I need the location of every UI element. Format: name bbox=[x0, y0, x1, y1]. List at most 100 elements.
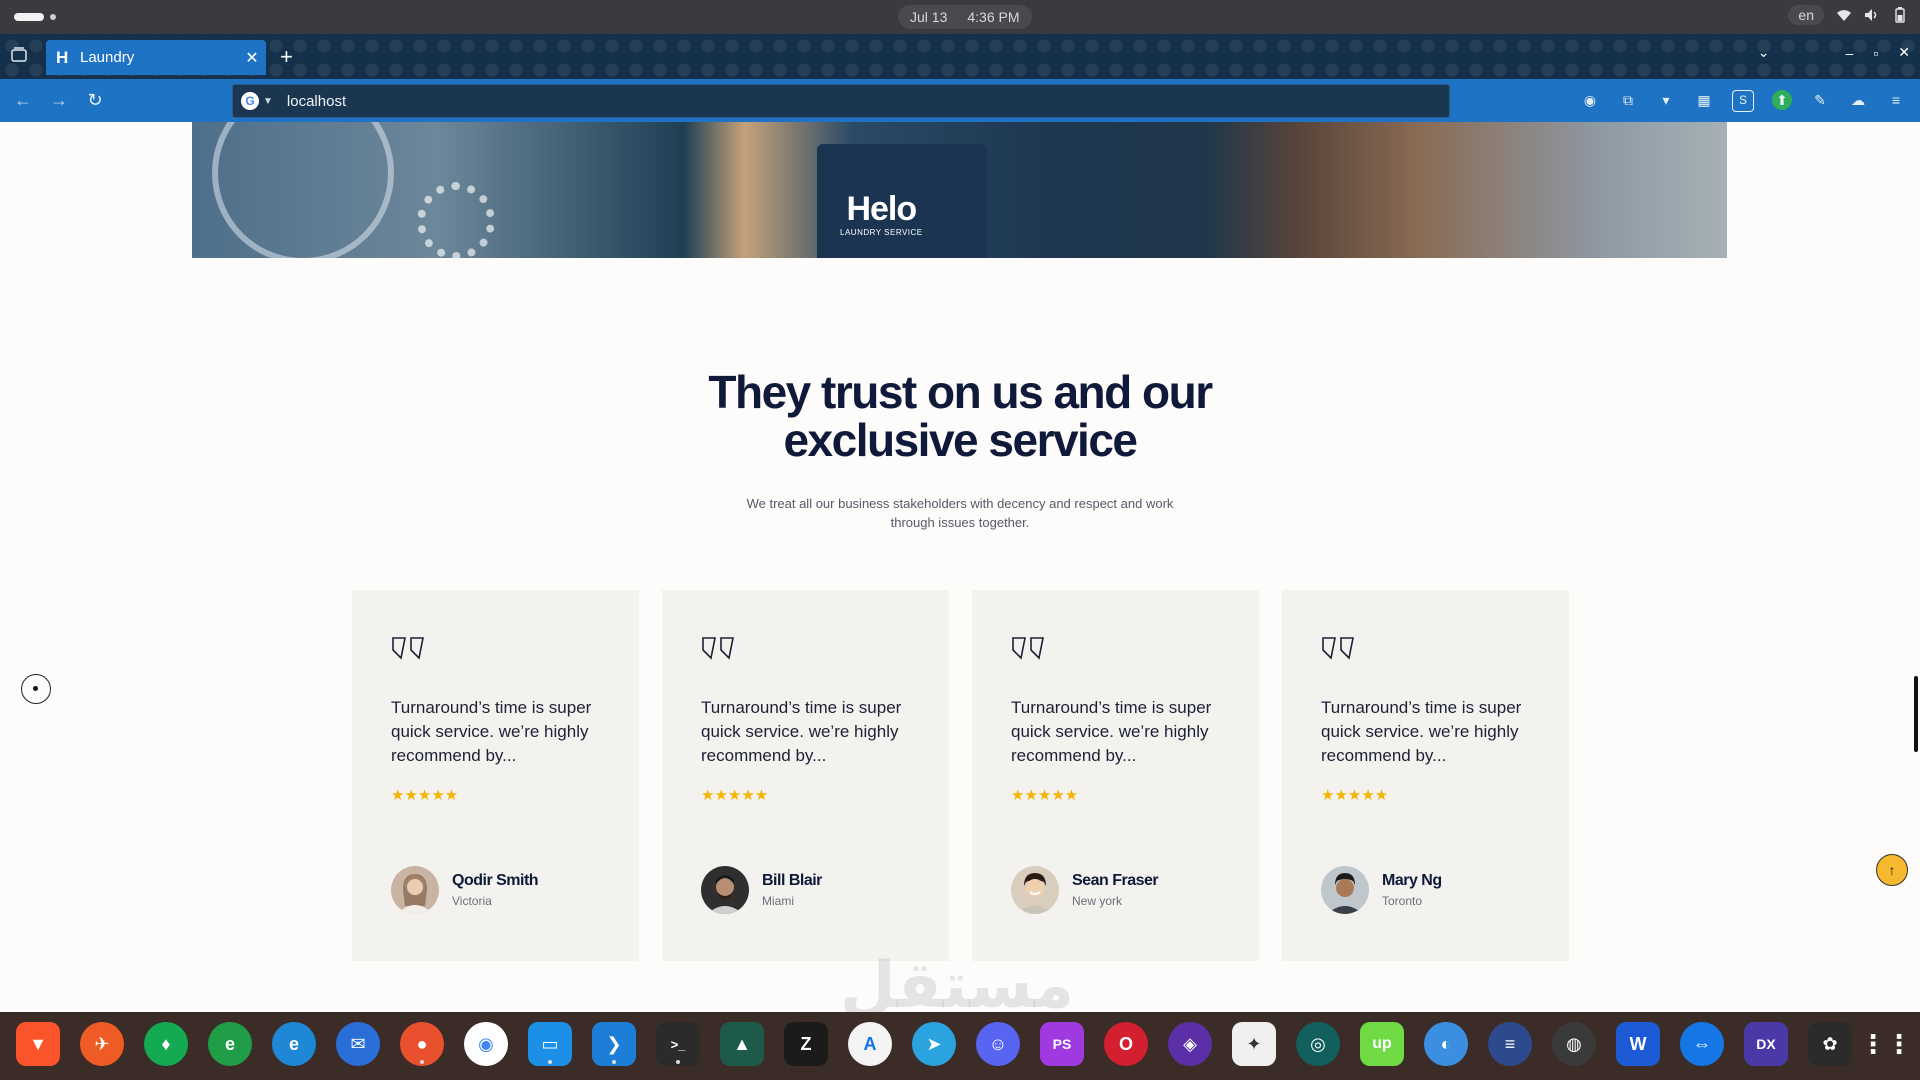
avatar bbox=[1011, 866, 1059, 914]
firefox-icon[interactable]: ● bbox=[400, 1022, 444, 1066]
thunderbird-icon[interactable]: ✉ bbox=[336, 1022, 380, 1066]
reload-icon[interactable]: ↻ bbox=[84, 89, 106, 111]
zed-icon[interactable]: Z bbox=[784, 1022, 828, 1066]
running-indicator bbox=[420, 1060, 424, 1064]
edge-dev-icon[interactable]: e bbox=[208, 1022, 252, 1066]
inkscape-icon[interactable]: A bbox=[848, 1022, 892, 1066]
dock: ▼ ✈ ♦ e e ✉ ● ◉ ▭ ❯ >_ ▲ Z A ➤ ☺ PS O ◈ … bbox=[0, 1012, 1920, 1080]
vpn-icon[interactable]: ▾ bbox=[1656, 90, 1676, 110]
clock-date: Jul 13 bbox=[910, 9, 948, 25]
new-tab-button[interactable]: + bbox=[280, 44, 293, 70]
author-city: Toronto bbox=[1382, 894, 1423, 908]
forward-icon[interactable]: → bbox=[48, 89, 70, 111]
grid-icon[interactable]: ▦ bbox=[1694, 90, 1714, 110]
extensions-icon[interactable]: ⧉ bbox=[1618, 90, 1638, 110]
tab-laundry[interactable]: H Laundry ✕ bbox=[46, 40, 266, 75]
workspace-dot bbox=[50, 14, 56, 20]
quote-icon bbox=[701, 636, 737, 660]
testimonial-text: Turnaround’s time is super quick service… bbox=[391, 698, 592, 765]
star-rating: ★★★★★ bbox=[701, 787, 769, 804]
quote-icon bbox=[1011, 636, 1047, 660]
testimonial-cards: Turnaround’s time is super quick service… bbox=[352, 590, 1569, 961]
telegram-icon[interactable]: ➤ bbox=[912, 1022, 956, 1066]
arrow-up-icon: ↑ bbox=[1888, 862, 1896, 878]
tab-list-icon[interactable] bbox=[10, 46, 30, 66]
testimonial-card: Turnaround’s time is super quick service… bbox=[1282, 590, 1569, 961]
testimonial-author: Bill Blair Miami bbox=[701, 866, 822, 914]
system-tray: en bbox=[1788, 5, 1908, 25]
os-top-bar: Jul 13 4:36 PM en bbox=[0, 0, 1920, 34]
helo-logo: Helo LAUNDRY SERVICE bbox=[840, 192, 923, 237]
account-icon[interactable]: ◉ bbox=[1580, 90, 1600, 110]
running-indicator bbox=[548, 1060, 552, 1064]
url-text[interactable]: localhost bbox=[287, 93, 346, 110]
testimonial-card: Turnaround’s time is super quick service… bbox=[352, 590, 639, 961]
obs-icon[interactable]: ◍ bbox=[1552, 1022, 1596, 1066]
toggle-icon[interactable]: ≡ bbox=[1488, 1022, 1532, 1066]
azure-data-studio-icon[interactable]: DX bbox=[1744, 1022, 1788, 1066]
gimp-icon[interactable]: ✦ bbox=[1232, 1022, 1276, 1066]
s-icon[interactable]: S bbox=[1732, 90, 1754, 112]
title-line-2: exclusive service bbox=[783, 414, 1138, 466]
vscode-icon[interactable]: ❯ bbox=[592, 1022, 636, 1066]
upwork-icon[interactable]: up bbox=[1360, 1022, 1404, 1066]
shield-icon[interactable]: ⬆ bbox=[1772, 90, 1792, 110]
testimonials-subtitle: We treat all our business stakeholders w… bbox=[746, 496, 1174, 530]
star-rating: ★★★★★ bbox=[1321, 787, 1389, 804]
wifi-icon[interactable] bbox=[1836, 7, 1852, 23]
maximize-icon[interactable]: ▫ bbox=[1873, 45, 1878, 61]
close-icon[interactable]: ✕ bbox=[238, 48, 266, 68]
figma-icon[interactable]: ✿ bbox=[1808, 1022, 1852, 1066]
scroll-to-top-button[interactable]: ↑ bbox=[1876, 854, 1908, 886]
gitkraken-icon[interactable]: ◎ bbox=[1296, 1022, 1340, 1066]
edge-icon[interactable]: e bbox=[272, 1022, 316, 1066]
testimonial-card: Turnaround’s time is super quick service… bbox=[972, 590, 1259, 961]
app-grid-icon[interactable]: ⋮⋮ bbox=[1860, 1022, 1912, 1066]
testimonials-title: They trust on us and our exclusive servi… bbox=[560, 368, 1360, 464]
language-indicator[interactable]: en bbox=[1788, 5, 1824, 25]
testimonial-author: Qodir Smith Victoria bbox=[391, 866, 539, 914]
battery-icon[interactable] bbox=[1892, 7, 1908, 23]
vpn-client-icon[interactable]: ◐ bbox=[1424, 1022, 1468, 1066]
volume-icon[interactable] bbox=[1864, 7, 1880, 23]
discord-icon[interactable]: ☺ bbox=[976, 1022, 1020, 1066]
opera-icon[interactable]: O bbox=[1104, 1022, 1148, 1066]
testimonial-author: Mary Ng Toronto bbox=[1321, 866, 1442, 914]
chevron-down-icon[interactable]: ▼ bbox=[263, 96, 273, 107]
page-scrollbar[interactable] bbox=[1914, 676, 1918, 752]
hero-banner-image: Helo LAUNDRY SERVICE bbox=[192, 122, 1727, 258]
activities-indicator[interactable] bbox=[14, 13, 44, 21]
cloud-icon[interactable]: ☁ bbox=[1848, 90, 1868, 110]
menu-icon[interactable]: ≡ bbox=[1886, 90, 1906, 110]
minimize-icon[interactable]: – bbox=[1846, 45, 1854, 61]
avatar bbox=[701, 866, 749, 914]
brave-icon[interactable]: ▼ bbox=[16, 1022, 60, 1066]
mongodb-icon[interactable]: ♦ bbox=[144, 1022, 188, 1066]
cursor-indicator-button[interactable] bbox=[21, 674, 51, 704]
pen-icon[interactable]: ✎ bbox=[1810, 90, 1830, 110]
chrome-icon[interactable]: ◉ bbox=[464, 1022, 508, 1066]
watermark: مستقل bbox=[840, 949, 1075, 1012]
postman-icon[interactable]: ✈ bbox=[80, 1022, 124, 1066]
address-bar[interactable]: G ▼ localhost bbox=[232, 84, 1450, 118]
files-icon[interactable]: ▭ bbox=[528, 1022, 572, 1066]
phpstorm-icon[interactable]: PS bbox=[1040, 1022, 1084, 1066]
author-name: Bill Blair bbox=[762, 872, 822, 889]
back-icon[interactable]: ← bbox=[12, 89, 34, 111]
window-close-icon[interactable]: ✕ bbox=[1898, 44, 1910, 61]
bicycle-gear-graphic bbox=[417, 182, 495, 258]
running-indicator bbox=[612, 1060, 616, 1064]
teamviewer-icon[interactable]: ⇔ bbox=[1680, 1022, 1724, 1066]
tab-overflow-chevron-icon[interactable]: ⌄ bbox=[1758, 44, 1770, 61]
author-city: Miami bbox=[762, 894, 794, 908]
clock[interactable]: Jul 13 4:36 PM bbox=[898, 5, 1032, 29]
quote-icon bbox=[1321, 636, 1357, 660]
star-rating: ★★★★★ bbox=[1011, 787, 1079, 804]
terminal-icon[interactable]: >_ bbox=[656, 1022, 700, 1066]
testimonial-text: Turnaround’s time is super quick service… bbox=[1011, 698, 1212, 765]
monitor-icon[interactable]: ▲ bbox=[720, 1022, 764, 1066]
wps-writer-icon[interactable]: W bbox=[1616, 1022, 1660, 1066]
proton-icon[interactable]: ◈ bbox=[1168, 1022, 1212, 1066]
google-icon[interactable]: G bbox=[241, 92, 259, 110]
bicycle-wheel-graphic bbox=[212, 122, 394, 258]
